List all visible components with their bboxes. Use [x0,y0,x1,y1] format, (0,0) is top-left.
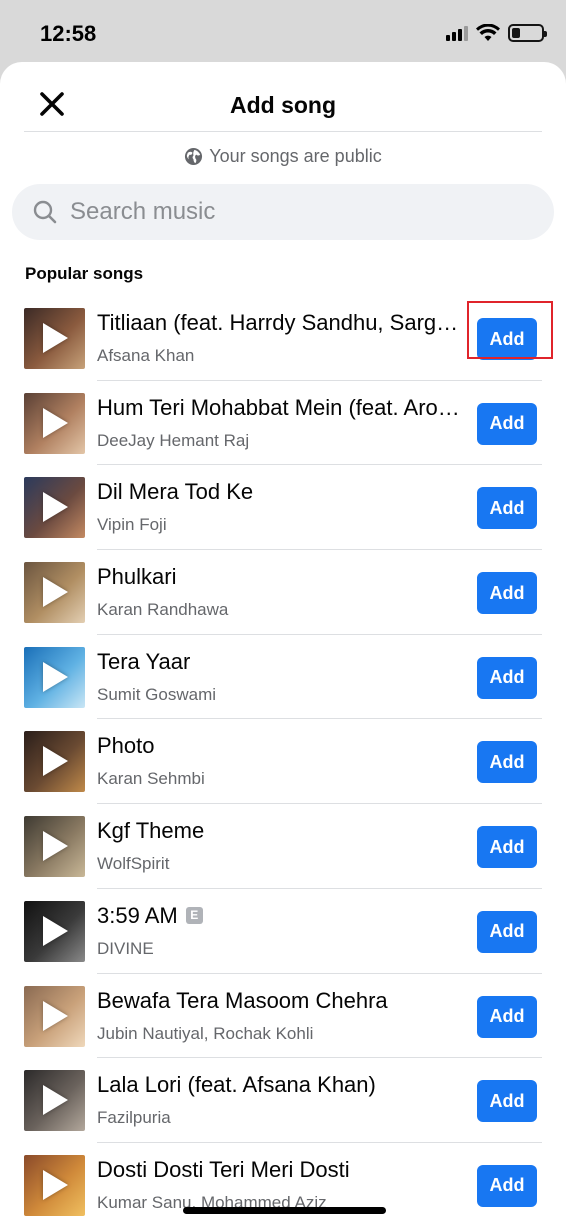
album-art[interactable] [24,816,85,878]
search-input[interactable] [70,198,510,226]
play-icon [43,577,68,608]
song-title: Phulkari [97,564,462,590]
song-artist: Karan Randhawa [97,600,229,620]
album-art[interactable] [24,985,85,1047]
public-note: Your songs are public [0,144,566,168]
play-icon [43,1169,68,1200]
album-art[interactable] [24,562,85,624]
public-note-text: Your songs are public [209,145,382,166]
status-time: 12:58 [40,21,97,46]
song-row[interactable]: Phulkari Karan Randhawa Add [0,550,566,635]
song-title: Dosti Dosti Teri Meri Dosti [97,1157,462,1183]
cellular-signal-icon [446,25,468,41]
add-song-button[interactable]: Add [477,995,537,1038]
album-art[interactable] [24,646,85,708]
sheet-header: Add song [24,62,542,132]
song-row[interactable]: Dil Mera Tod Ke Vipin Foji Add [0,465,566,550]
globe-icon [184,147,203,166]
play-icon [43,1000,68,1031]
play-icon [43,746,68,777]
play-icon [43,831,68,862]
song-title-text: 3:59 AM [97,902,178,928]
song-title-text: Hum Teri Mohabbat Mein (feat. Arohi Shar… [97,394,462,420]
song-title: Titliaan (feat. Harrdy Sandhu, Sargun Me… [97,310,462,336]
wifi-icon [476,24,500,41]
search-icon [32,199,58,225]
song-title-text: Dosti Dosti Teri Meri Dosti [97,1156,350,1182]
add-song-button[interactable]: Add [477,656,537,699]
add-song-button[interactable]: Add [477,402,537,445]
play-icon [43,915,68,946]
song-artist: Vipin Foji [97,515,167,535]
song-row[interactable]: Kgf Theme WolfSpirit Add [0,804,566,889]
song-title: Kgf Theme [97,818,462,844]
section-title: Popular songs [25,264,144,283]
song-artist: Jubin Nautiyal, Rochak Kohli [97,1023,314,1043]
play-icon [43,492,68,523]
song-artist: DeeJay Hemant Raj [97,430,250,450]
album-art[interactable] [24,900,85,962]
home-indicator [183,1207,386,1214]
search-bar[interactable] [12,184,554,240]
play-icon [43,323,68,353]
song-title: 3:59 AM E [97,903,462,929]
song-artist: Fazilpuria [97,1108,171,1128]
song-title: Dil Mera Tod Ke [97,479,462,505]
song-title-text: Kgf Theme [97,818,205,844]
song-title-text: Dil Mera Tod Ke [97,479,254,505]
song-title: Bewafa Tera Masoom Chehra [97,988,462,1014]
song-row[interactable]: Lala Lori (feat. Afsana Khan) Fazilpuria A… [0,1058,566,1143]
page-title: Add song [229,92,337,118]
song-row[interactable]: Titliaan (feat. Harrdy Sandhu, Sargun Me… [0,296,566,381]
battery-icon [508,24,547,42]
add-song-button[interactable]: Add [477,1080,537,1123]
song-artist: DIVINE [97,938,154,958]
song-title: Hum Teri Mohabbat Mein (feat. Arohi Shar… [97,395,462,421]
song-title-text: Photo [97,733,155,759]
song-artist: Sumit Goswami [97,684,217,704]
song-title-text: Bewafa Tera Masoom Chehra [97,987,388,1013]
add-song-button[interactable]: Add [477,318,537,360]
add-song-button[interactable]: Add [477,826,537,869]
song-title-text: Phulkari [97,564,177,590]
add-song-button[interactable]: Add [477,910,537,953]
add-song-button[interactable]: Add [477,487,537,530]
album-art[interactable] [24,477,85,539]
play-icon [43,661,68,692]
song-row[interactable]: 3:59 AM E DIVINE Add [0,889,566,974]
play-icon [43,407,68,438]
album-art[interactable] [24,1070,85,1132]
add-song-button[interactable]: Add [477,572,537,615]
explicit-badge: E [185,907,203,925]
add-song-button[interactable]: Add [477,1164,537,1207]
song-title: Lala Lori (feat. Afsana Khan) [97,1072,462,1098]
album-art[interactable] [24,308,85,369]
song-row[interactable]: Photo Karan Sehmbi Add [0,719,566,804]
album-art[interactable] [24,392,85,454]
add-song-button[interactable]: Add [477,741,537,784]
album-art[interactable] [24,1154,85,1216]
song-list: Titliaan (feat. Harrdy Sandhu, Sargun Me… [0,296,566,1226]
song-row[interactable]: Bewafa Tera Masoom Chehra Jubin Nautiyal,… [0,974,566,1059]
song-title-text: Lala Lori (feat. Afsana Khan) [97,1072,376,1098]
song-artist: Afsana Khan [97,346,195,365]
album-art[interactable] [24,731,85,793]
song-title: Tera Yaar [97,649,462,675]
add-song-sheet: Add song Your songs are public Popular s… [0,62,566,1226]
song-row[interactable]: Tera Yaar Sumit Goswami Add [0,635,566,720]
play-icon [43,1085,68,1116]
song-title-text: Tera Yaar [97,648,191,674]
status-bar: 12:58 [0,0,566,62]
song-artist: Karan Sehmbi [97,769,205,789]
song-title: Photo [97,733,462,759]
status-icons [446,24,547,42]
song-title-text: Titliaan (feat. Harrdy Sandhu, Sargun Me… [97,310,462,335]
song-row[interactable]: Hum Teri Mohabbat Mein (feat. Arohi Shar… [0,381,566,466]
song-artist: WolfSpirit [97,854,170,874]
